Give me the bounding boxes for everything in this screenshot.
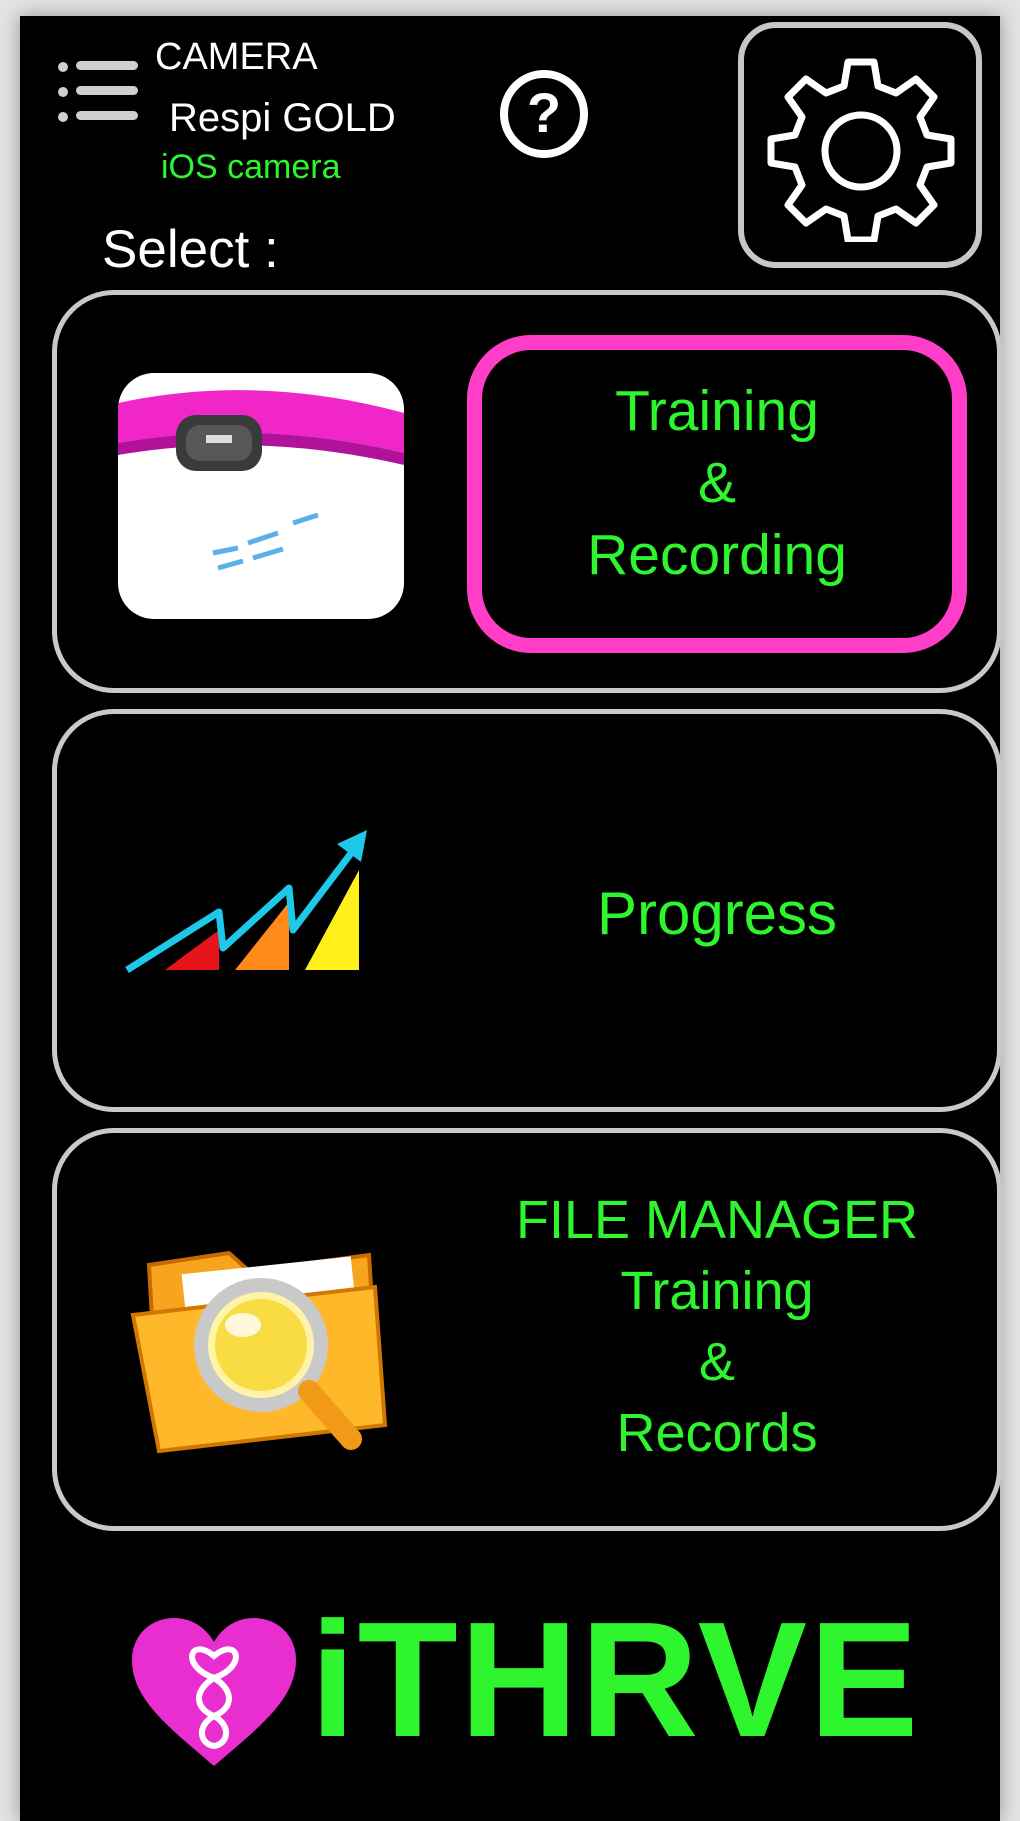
home-screen: CAMERA Respi GOLD iOS camera ? Select :	[20, 16, 1002, 1821]
mode-source-label: iOS camera	[161, 148, 341, 186]
progress-label: Progress	[596, 880, 838, 947]
progress-chart-icon	[125, 830, 367, 973]
mode-product-label: Respi GOLD	[169, 96, 396, 140]
training-recording-label: Training & Recording	[587, 379, 847, 587]
select-label: Select :	[102, 220, 279, 279]
gear-icon	[767, 58, 955, 242]
heart-rate-strap-icon	[118, 373, 404, 619]
file-manager-label: FILE MANAGER Training & Records	[515, 1190, 919, 1463]
brand-name: iTHRVE	[310, 1588, 921, 1771]
help-symbol: ?	[527, 81, 561, 144]
help-button[interactable]: ?	[498, 68, 590, 160]
file-manager-card[interactable]: FILE MANAGER Training & Records	[52, 1128, 1002, 1531]
help-icon: ?	[500, 70, 588, 158]
heart-logo-icon	[132, 1618, 296, 1766]
progress-card[interactable]: Progress	[52, 709, 1002, 1112]
training-recording-card[interactable]: Training & Recording	[52, 290, 1002, 693]
folder-search-icon	[130, 1250, 388, 1454]
mode-camera-label: CAMERA	[155, 36, 318, 78]
settings-button[interactable]	[738, 22, 982, 268]
menu-icon[interactable]	[58, 54, 142, 144]
